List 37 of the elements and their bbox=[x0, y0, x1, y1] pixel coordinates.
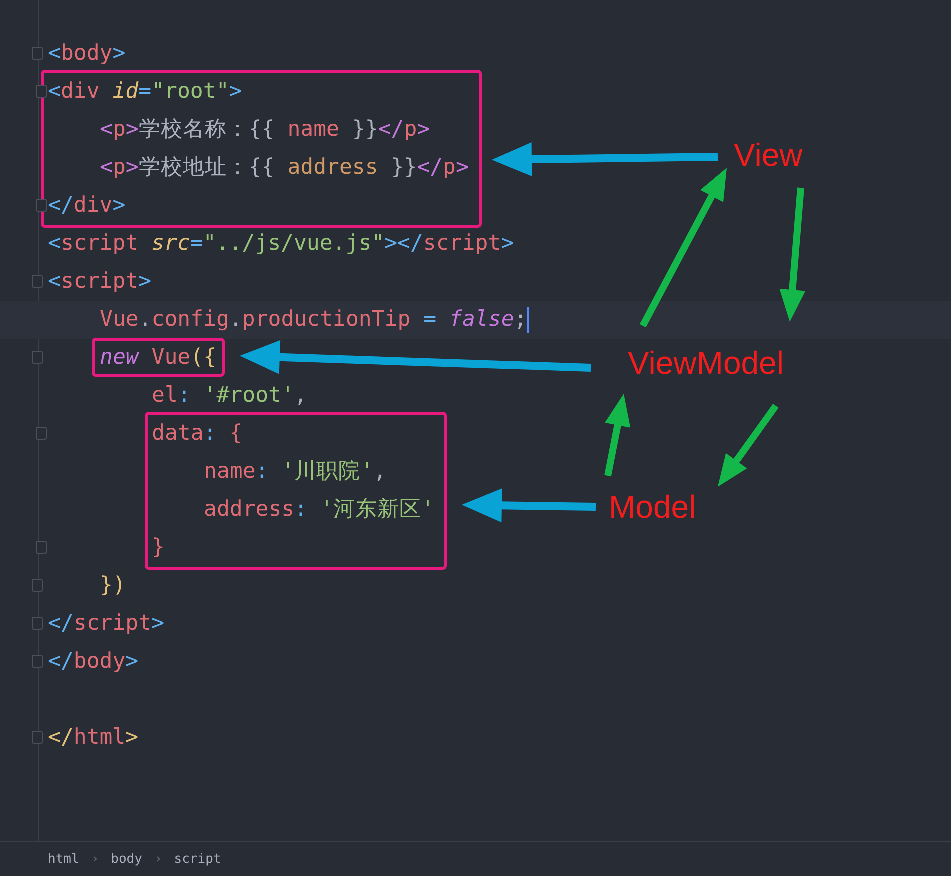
code-line: <p>学校名称：{{ name }}</p> bbox=[100, 117, 430, 142]
breadcrumb-item[interactable]: body bbox=[111, 852, 142, 866]
code-line: address: '河东新区' bbox=[204, 497, 434, 522]
annotation-label: ViewModel bbox=[628, 344, 784, 383]
code-line: </div> bbox=[48, 193, 126, 218]
code-line: <script src="../js/vue.js"></script> bbox=[48, 231, 514, 256]
code-line: name: '川职院', bbox=[204, 459, 387, 484]
breadcrumb-separator: › bbox=[154, 852, 162, 866]
fold-icon[interactable] bbox=[32, 655, 43, 668]
code-line: </script> bbox=[48, 611, 165, 636]
fold-icon[interactable] bbox=[32, 579, 43, 592]
code-line: el: '#root', bbox=[152, 383, 308, 408]
breadcrumb-separator: › bbox=[91, 852, 100, 866]
code-line: </html> bbox=[48, 725, 139, 750]
fold-icon[interactable] bbox=[36, 427, 47, 440]
fold-icon[interactable] bbox=[32, 351, 43, 364]
code-line: data: { bbox=[152, 421, 243, 446]
code-line: }) bbox=[100, 573, 126, 598]
annotation-label: View bbox=[734, 136, 803, 175]
fold-icon[interactable] bbox=[32, 731, 43, 744]
fold-icon[interactable] bbox=[32, 47, 43, 60]
fold-icon[interactable] bbox=[32, 617, 43, 630]
code-line: } bbox=[152, 535, 165, 560]
fold-icon[interactable] bbox=[32, 275, 43, 288]
code-line: <body> bbox=[48, 41, 126, 66]
code-line: <script> bbox=[48, 269, 152, 294]
breadcrumb-item[interactable]: script bbox=[174, 852, 222, 866]
code-line: <div id="root"> bbox=[48, 79, 242, 104]
code-line: </body> bbox=[48, 649, 139, 674]
fold-icon[interactable] bbox=[36, 541, 47, 554]
fold-icon[interactable] bbox=[36, 85, 47, 98]
annotation-label: Model bbox=[609, 488, 696, 527]
code-line: <p>学校地址：{{ address }}</p> bbox=[100, 155, 469, 180]
fold-icon[interactable] bbox=[36, 199, 47, 212]
code-line: Vue.config.productionTip = false; bbox=[100, 307, 528, 332]
breadcrumb-item[interactable]: html bbox=[48, 852, 80, 866]
text-cursor bbox=[527, 307, 530, 334]
